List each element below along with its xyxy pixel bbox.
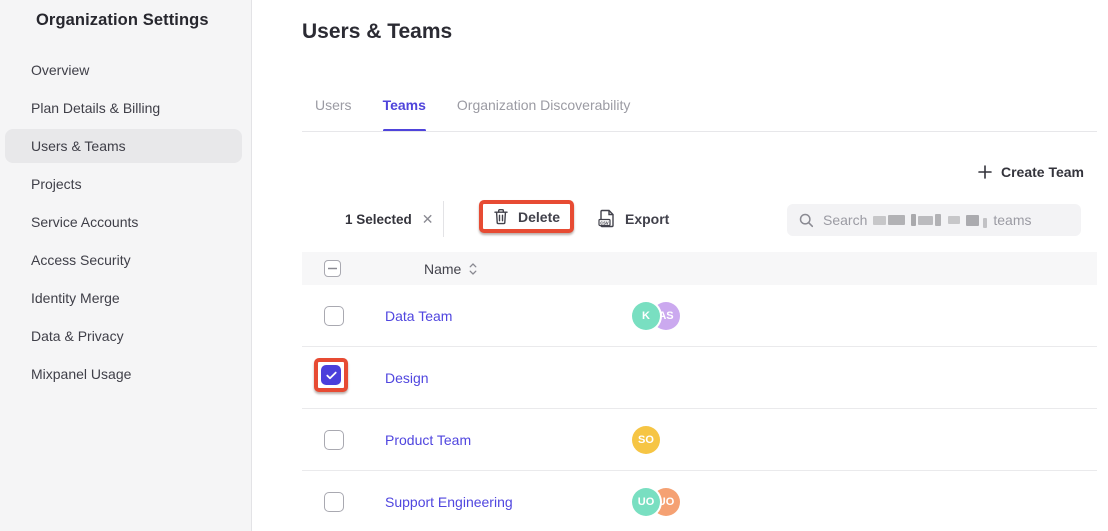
sidebar-item-service-accounts[interactable]: Service Accounts — [5, 205, 242, 239]
annotation-box-delete: Delete — [479, 200, 574, 233]
sidebar-item-users-teams[interactable]: Users & Teams — [5, 129, 242, 163]
toolbar-divider — [443, 201, 444, 237]
sidebar-item-plan-billing[interactable]: Plan Details & Billing — [5, 91, 242, 125]
name-column-sort[interactable]: Name — [424, 261, 477, 277]
annotation-box-checkbox — [314, 358, 348, 392]
selection-summary: 1 Selected ✕ — [345, 211, 434, 228]
avatar-group: SO — [632, 426, 660, 454]
sidebar-item-projects[interactable]: Projects — [5, 167, 242, 201]
svg-text:csv: csv — [600, 220, 609, 226]
name-column-header: Name — [424, 261, 461, 277]
sidebar-item-identity-merge[interactable]: Identity Merge — [5, 281, 242, 315]
tabs-divider — [302, 131, 1097, 132]
page-title: Users & Teams — [302, 20, 452, 44]
sidebar: Organization Settings Overview Plan Deta… — [0, 0, 252, 531]
delete-button[interactable]: Delete — [493, 208, 560, 225]
sidebar-item-mixpanel-usage[interactable]: Mixpanel Usage — [5, 357, 242, 391]
row-checkbox[interactable] — [324, 430, 344, 450]
team-name-link[interactable]: Product Team — [385, 432, 471, 448]
tab-teams[interactable]: Teams — [383, 96, 426, 132]
sidebar-title: Organization Settings — [36, 11, 209, 30]
tab-organization-discoverability[interactable]: Organization Discoverability — [457, 96, 631, 132]
team-name-link[interactable]: Support Engineering — [385, 494, 513, 510]
tab-users[interactable]: Users — [315, 96, 352, 132]
team-name-link[interactable]: Design — [385, 370, 429, 386]
create-team-label: Create Team — [1001, 164, 1084, 180]
row-checkbox[interactable] — [321, 365, 341, 385]
table-row: Design — [302, 347, 1097, 409]
table-row: Data Team K AS — [302, 285, 1097, 347]
select-all-checkbox[interactable] — [324, 260, 341, 277]
selected-count-label: 1 Selected — [345, 212, 412, 227]
redacted-text — [873, 212, 987, 228]
avatar: UO — [632, 488, 660, 516]
plus-icon — [978, 165, 992, 179]
avatar: SO — [632, 426, 660, 454]
table-row: Product Team SO — [302, 409, 1097, 471]
csv-file-icon: csv — [598, 209, 616, 228]
row-checkbox[interactable] — [324, 306, 344, 326]
tab-bar: Users Teams Organization Discoverability — [315, 96, 630, 132]
search-icon — [799, 213, 814, 228]
sort-icon — [469, 263, 477, 275]
export-label: Export — [625, 211, 669, 227]
search-placeholder: Search teams — [823, 212, 1031, 228]
avatar: K — [632, 302, 660, 330]
row-checkbox[interactable] — [324, 492, 344, 512]
create-team-button[interactable]: Create Team — [978, 164, 1084, 180]
avatar-group: K AS — [632, 302, 680, 330]
avatar-group: UO UO — [632, 488, 680, 516]
sidebar-item-data-privacy[interactable]: Data & Privacy — [5, 319, 242, 353]
sidebar-item-access-security[interactable]: Access Security — [5, 243, 242, 277]
export-button[interactable]: csv Export — [598, 209, 669, 228]
team-name-link[interactable]: Data Team — [385, 308, 452, 324]
table-header-row: Name — [302, 252, 1097, 285]
search-input[interactable]: Search teams — [787, 204, 1081, 236]
trash-icon — [493, 208, 509, 225]
sidebar-item-overview[interactable]: Overview — [5, 53, 242, 87]
table-row: Support Engineering UO UO — [302, 471, 1097, 531]
organization-settings-page: Organization Settings Overview Plan Deta… — [0, 0, 1108, 531]
clear-selection-icon[interactable]: ✕ — [422, 211, 434, 228]
delete-label: Delete — [518, 209, 560, 225]
